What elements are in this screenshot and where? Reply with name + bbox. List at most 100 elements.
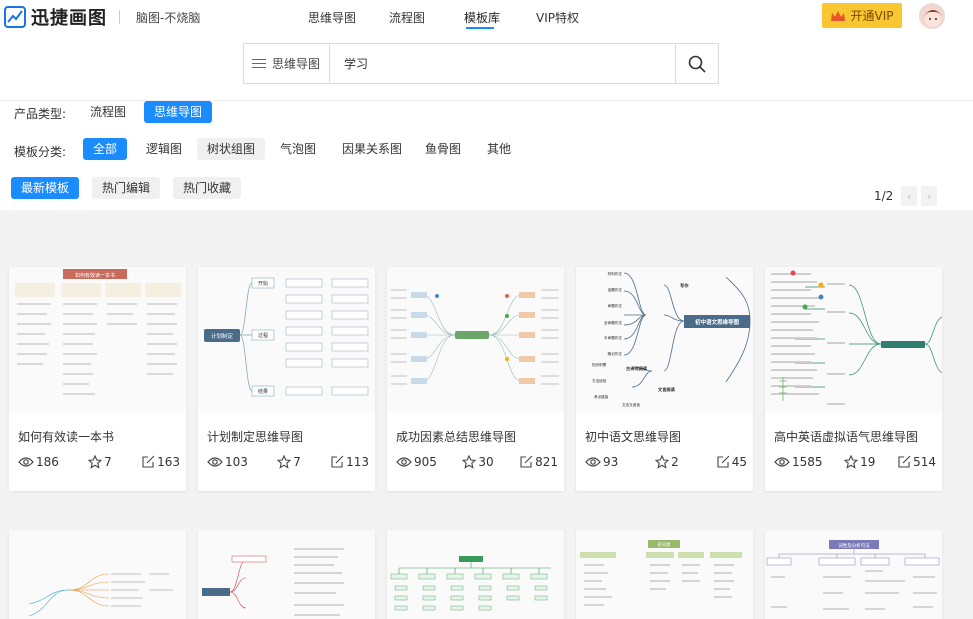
edit-icon [142, 455, 155, 468]
chevron-right-icon[interactable]: › [921, 186, 938, 206]
stars-count: 7 [104, 455, 112, 469]
edits-stat[interactable]: 163 [141, 455, 180, 469]
thumb-card4-left-1: 材料作文 [608, 271, 623, 276]
product-type-mindmap[interactable]: 思维导图 [144, 101, 213, 123]
pagination: 1/2 ‹ › [874, 186, 938, 206]
stars-stat[interactable]: 7 [88, 455, 112, 469]
card-stats: 93 2 45 [585, 455, 747, 469]
views-stat: 905 [396, 455, 437, 469]
views-count: 103 [225, 455, 248, 469]
template-card[interactable] [9, 530, 186, 619]
thumb-card4-left-10: 文言文阅读 [622, 402, 640, 407]
stars-count: 30 [478, 455, 494, 469]
star-icon [462, 455, 477, 469]
eye-icon [585, 457, 601, 467]
category-bubble[interactable]: 气泡图 [270, 138, 326, 160]
tab-hot-favorite[interactable]: 热门收藏 [173, 177, 242, 199]
template-thumbnail: 计划制定 开始 过程 结果 [198, 267, 375, 412]
category-causal[interactable]: 因果关系图 [332, 138, 412, 160]
edits-count: 113 [346, 455, 369, 469]
search-input[interactable] [330, 44, 675, 83]
brand-logo[interactable]: 迅捷画图 [4, 4, 107, 30]
nav-templates[interactable]: 模板库 [464, 9, 500, 26]
stars-stat[interactable]: 30 [462, 455, 494, 469]
thumb-card4-left-9: 考点链接 [594, 394, 609, 399]
product-type-label: 产品类型: [14, 107, 67, 121]
views-count: 93 [603, 455, 619, 469]
chevron-left-icon[interactable]: ‹ [901, 186, 918, 206]
thumb-card4-center: 初中语文思维导图 [695, 318, 740, 326]
category-fishbone[interactable]: 鱼骨图 [415, 138, 471, 160]
top-bar: 迅捷画图 脑图-不烧脑 思维导图 流程图 模板库 VIP特权 开通VIP 思维导… [0, 0, 973, 100]
thumb-card1-header: 如何有效读一本书 [75, 272, 115, 279]
tab-hot-edit[interactable]: 热门编辑 [92, 177, 161, 199]
template-card[interactable]: 初中语文思维导图 写作 古诗词阅读 文言阅读 材料作文 话题作文 命题作文 全命… [576, 267, 753, 491]
views-stat: 1585 [774, 455, 823, 469]
category-all[interactable]: 全部 [83, 138, 128, 160]
nav-active-indicator [466, 27, 494, 29]
template-thumbnail: 名词复 [576, 530, 753, 619]
card-title: 如何有效读一本书 [18, 430, 115, 444]
edits-stat[interactable]: 45 [716, 455, 747, 469]
template-card[interactable]: 如何有效读一本书 如何有效读一本书 186 7 163 [9, 267, 186, 491]
star-icon [88, 455, 103, 469]
category-logic[interactable]: 逻辑图 [136, 138, 192, 160]
stars-stat[interactable]: 2 [655, 455, 679, 469]
open-vip-button[interactable]: 开通VIP [822, 3, 902, 28]
thumb-card4-left-8: 方法经验 [592, 378, 607, 383]
template-thumbnail [765, 267, 942, 412]
nav-vip[interactable]: VIP特权 [536, 9, 579, 26]
stars-stat[interactable]: 7 [277, 455, 301, 469]
category-tree[interactable]: 树状组图 [197, 138, 266, 160]
thumb-card4-left-2: 话题作文 [608, 287, 623, 292]
edit-icon [717, 455, 730, 468]
card-stats: 186 7 163 [18, 455, 180, 469]
template-card[interactable]: 高中英语虚拟语气思维导图 1585 19 514 [765, 267, 942, 491]
edits-stat[interactable]: 113 [330, 455, 369, 469]
crown-icon [830, 10, 845, 21]
template-card[interactable] [198, 530, 375, 619]
template-card[interactable]: 成功因素总结思维导图 905 30 821 [387, 267, 564, 491]
thumb-card4-node-poem: 古诗词阅读 [626, 365, 648, 372]
edit-icon [331, 455, 344, 468]
edits-stat[interactable]: 514 [897, 455, 936, 469]
card-title: 成功因素总结思维导图 [396, 430, 517, 444]
template-card[interactable]: 名词复 [576, 530, 753, 619]
search-button[interactable] [675, 44, 718, 83]
thumb-card4-node-writing: 写作 [680, 282, 689, 289]
views-count: 186 [36, 455, 59, 469]
thumb-card4-node-classical: 文言阅读 [658, 386, 676, 393]
category-other[interactable]: 其他 [477, 138, 521, 160]
edits-stat[interactable]: 821 [519, 455, 558, 469]
thumb-card2-node-start: 开始 [258, 280, 268, 287]
template-thumbnail: 初中语文思维导图 写作 古诗词阅读 文言阅读 材料作文 话题作文 命题作文 全命… [576, 267, 753, 412]
template-card[interactable]: 计划制定 开始 过程 结果 计划制定思维导图 103 7 113 [198, 267, 375, 491]
edit-icon [520, 455, 533, 468]
product-type-flowchart[interactable]: 流程图 [80, 101, 136, 123]
thumb-card4-left-5: 半命题作文 [604, 335, 622, 340]
thumb-card2-node-result: 结果 [258, 388, 268, 395]
template-thumbnail [9, 530, 186, 619]
views-count: 905 [414, 455, 437, 469]
template-card[interactable]: 词性及分析句法 [765, 530, 942, 619]
edits-count: 163 [157, 455, 180, 469]
thumb-card4-left-3: 命题作文 [608, 303, 623, 308]
filter-panel: 产品类型: 流程图 思维导图 模板分类: 全部 逻辑图 树状组图 气泡图 因果关… [0, 100, 973, 210]
tab-latest[interactable]: 最新模板 [11, 177, 80, 199]
search-bar: 思维导图 [243, 43, 719, 84]
stars-count: 19 [860, 455, 876, 469]
avatar[interactable] [919, 3, 945, 29]
template-thumbnail [387, 530, 564, 619]
nav-mindmap[interactable]: 思维导图 [308, 9, 356, 26]
category-label: 模板分类: [14, 145, 67, 159]
card-title: 初中语文思维导图 [585, 430, 682, 444]
card-stats: 103 7 113 [207, 455, 369, 469]
template-card[interactable] [387, 530, 564, 619]
star-icon [655, 455, 670, 469]
nav-flowchart[interactable]: 流程图 [389, 9, 425, 26]
stars-stat[interactable]: 19 [844, 455, 875, 469]
search-icon [688, 55, 706, 73]
search-category-label: 思维导图 [272, 57, 321, 71]
search-category-select[interactable]: 思维导图 [244, 44, 330, 83]
page-indicator: 1/2 [874, 189, 894, 203]
